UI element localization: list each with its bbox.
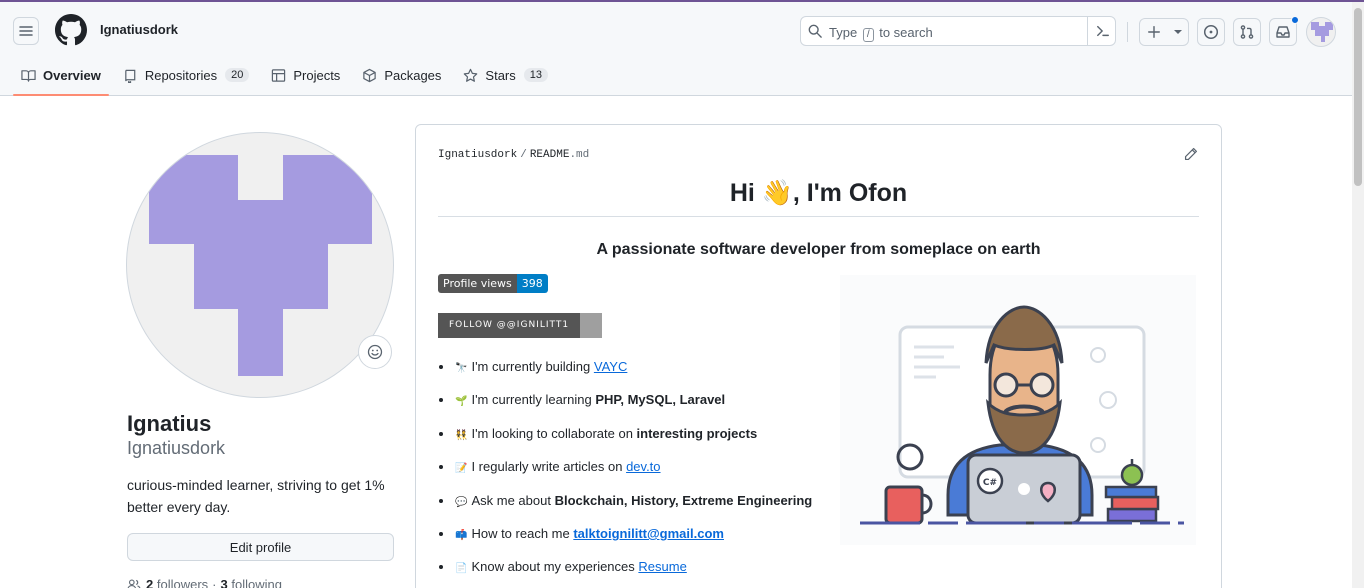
- list-item: 📄Know about my experiences Resume: [454, 558, 854, 588]
- follow-badge[interactable]: FOLLOW @@IGNILITT1: [438, 313, 603, 338]
- tab-projects[interactable]: Projects: [263, 58, 348, 92]
- readme-card: Ignatiusdork / README.md Hi 👋, I'm Ofon A …: [415, 124, 1222, 588]
- page-icon: 📄: [455, 563, 468, 575]
- email-link[interactable]: talktoignilitt@gmail.com: [573, 526, 724, 541]
- hamburger-icon: [19, 26, 33, 36]
- repo-icon: [125, 69, 136, 83]
- tab-repositories[interactable]: Repositories 20: [115, 58, 258, 92]
- smiley-icon: [367, 344, 383, 360]
- readme-list: 🔭I'm currently building VAYC 🌱I'm curren…: [454, 358, 854, 588]
- tab-packages[interactable]: Packages: [354, 58, 449, 92]
- issue-opened-icon: [1203, 24, 1219, 40]
- path-separator: /: [520, 149, 527, 161]
- badge-value: 398: [516, 274, 548, 293]
- github-logo-icon[interactable]: [55, 14, 87, 46]
- user-avatar[interactable]: [1306, 17, 1336, 47]
- follow-separator: ·: [212, 577, 217, 588]
- create-new-button[interactable]: [1139, 18, 1189, 46]
- list-item: 🔭I'm currently building VAYC: [454, 358, 854, 391]
- identicon-icon: [149, 155, 372, 376]
- tab-label: Stars: [485, 67, 516, 83]
- pencil-icon[interactable]: [1184, 147, 1198, 161]
- context-owner-link[interactable]: Ignatiusdork: [100, 22, 178, 37]
- page-scrollbar[interactable]: [1352, 2, 1364, 588]
- profile-tabs: Overview Repositories 20 Projects Packag…: [13, 58, 562, 96]
- dancers-icon: 👯: [455, 429, 468, 441]
- vayc-link[interactable]: VAYC: [594, 359, 627, 374]
- profile-name: Ignatius: [127, 411, 212, 436]
- command-palette-button[interactable]: [1087, 17, 1117, 45]
- followers-link[interactable]: 2 followers: [146, 577, 208, 588]
- devto-link[interactable]: dev.to: [626, 459, 660, 474]
- inbox-icon: [1276, 26, 1290, 38]
- readme-owner-link[interactable]: Ignatiusdork: [438, 149, 517, 161]
- package-icon: [363, 68, 377, 82]
- tab-counter: 13: [523, 68, 548, 82]
- git-pull-request-icon: [1240, 25, 1254, 39]
- app-header: Ignatiusdork Type / to search Overview R…: [0, 2, 1352, 96]
- header-divider: [1127, 22, 1128, 42]
- follow-badge-label: FOLLOW @@IGNILITT1: [438, 313, 581, 338]
- telescope-icon: 🔭: [455, 363, 468, 374]
- table-icon: [272, 68, 286, 82]
- list-item: 📫How to reach me talktoignilitt@gmail.co…: [454, 525, 854, 558]
- search-input[interactable]: Type / to search: [800, 16, 1116, 46]
- caret-down-icon: [1173, 30, 1182, 34]
- issues-button[interactable]: [1197, 18, 1225, 46]
- book-icon: [21, 69, 36, 82]
- notification-dot: [1291, 16, 1299, 24]
- tab-label: Projects: [293, 67, 341, 83]
- edit-profile-button[interactable]: Edit profile: [127, 533, 394, 561]
- set-status-button[interactable]: [358, 335, 392, 369]
- list-item: 🌱I'm currently learning PHP, MySQL, Lara…: [454, 391, 854, 424]
- mailbox-icon: 📫: [455, 529, 468, 541]
- search-shortcut-key: /: [862, 28, 874, 42]
- memo-icon: 📝: [455, 463, 468, 475]
- list-item: 👯I'm looking to collaborate on interesti…: [454, 425, 854, 458]
- readme-file-link[interactable]: README.md: [530, 149, 589, 161]
- resume-link[interactable]: Resume: [638, 559, 686, 574]
- tab-counter: 20: [225, 68, 250, 82]
- readme-path: Ignatiusdork / README.md: [438, 149, 589, 161]
- scrollbar-thumb[interactable]: [1354, 8, 1362, 186]
- badge-label: Profile views: [438, 274, 517, 293]
- profile-bio: curious-minded learner, striving to get …: [127, 477, 385, 515]
- speech-bubble-icon: 💬: [455, 496, 468, 508]
- following-link[interactable]: 3 following: [221, 577, 282, 588]
- readme-heading: Hi 👋, I'm Ofon: [438, 179, 1199, 217]
- menu-button[interactable]: [13, 17, 39, 45]
- seedling-icon: 🌱: [455, 396, 468, 408]
- tab-label: Repositories: [144, 67, 218, 83]
- tab-label: Packages: [384, 67, 442, 83]
- laptop-sticker-text: C#: [983, 478, 997, 488]
- follow-stats: 2 followers · 3 following: [127, 577, 282, 588]
- terminal-icon: [1096, 25, 1109, 37]
- identicon-icon: [1311, 22, 1333, 42]
- people-icon: [127, 579, 141, 588]
- search-icon: [808, 24, 822, 38]
- profile-views-badge: Profile views 398: [438, 274, 548, 293]
- plus-icon: [1147, 26, 1160, 38]
- pull-requests-button[interactable]: [1233, 18, 1261, 46]
- search-placeholder: Type / to search: [829, 25, 933, 42]
- follow-badge-count: [580, 313, 603, 338]
- list-item: 💬Ask me about Blockchain, History, Extre…: [454, 492, 854, 525]
- developer-illustration: C#: [840, 275, 1196, 545]
- tab-stars[interactable]: Stars 13: [455, 58, 556, 92]
- tab-overview[interactable]: Overview: [13, 58, 109, 96]
- tab-label: Overview: [43, 67, 101, 83]
- profile-avatar[interactable]: [126, 132, 394, 398]
- readme-subheading: A passionate software developer from som…: [596, 241, 1041, 258]
- star-icon: [464, 68, 478, 82]
- profile-username: Ignatiusdork: [127, 438, 226, 458]
- list-item: 📝I regularly write articles on dev.to: [454, 458, 854, 491]
